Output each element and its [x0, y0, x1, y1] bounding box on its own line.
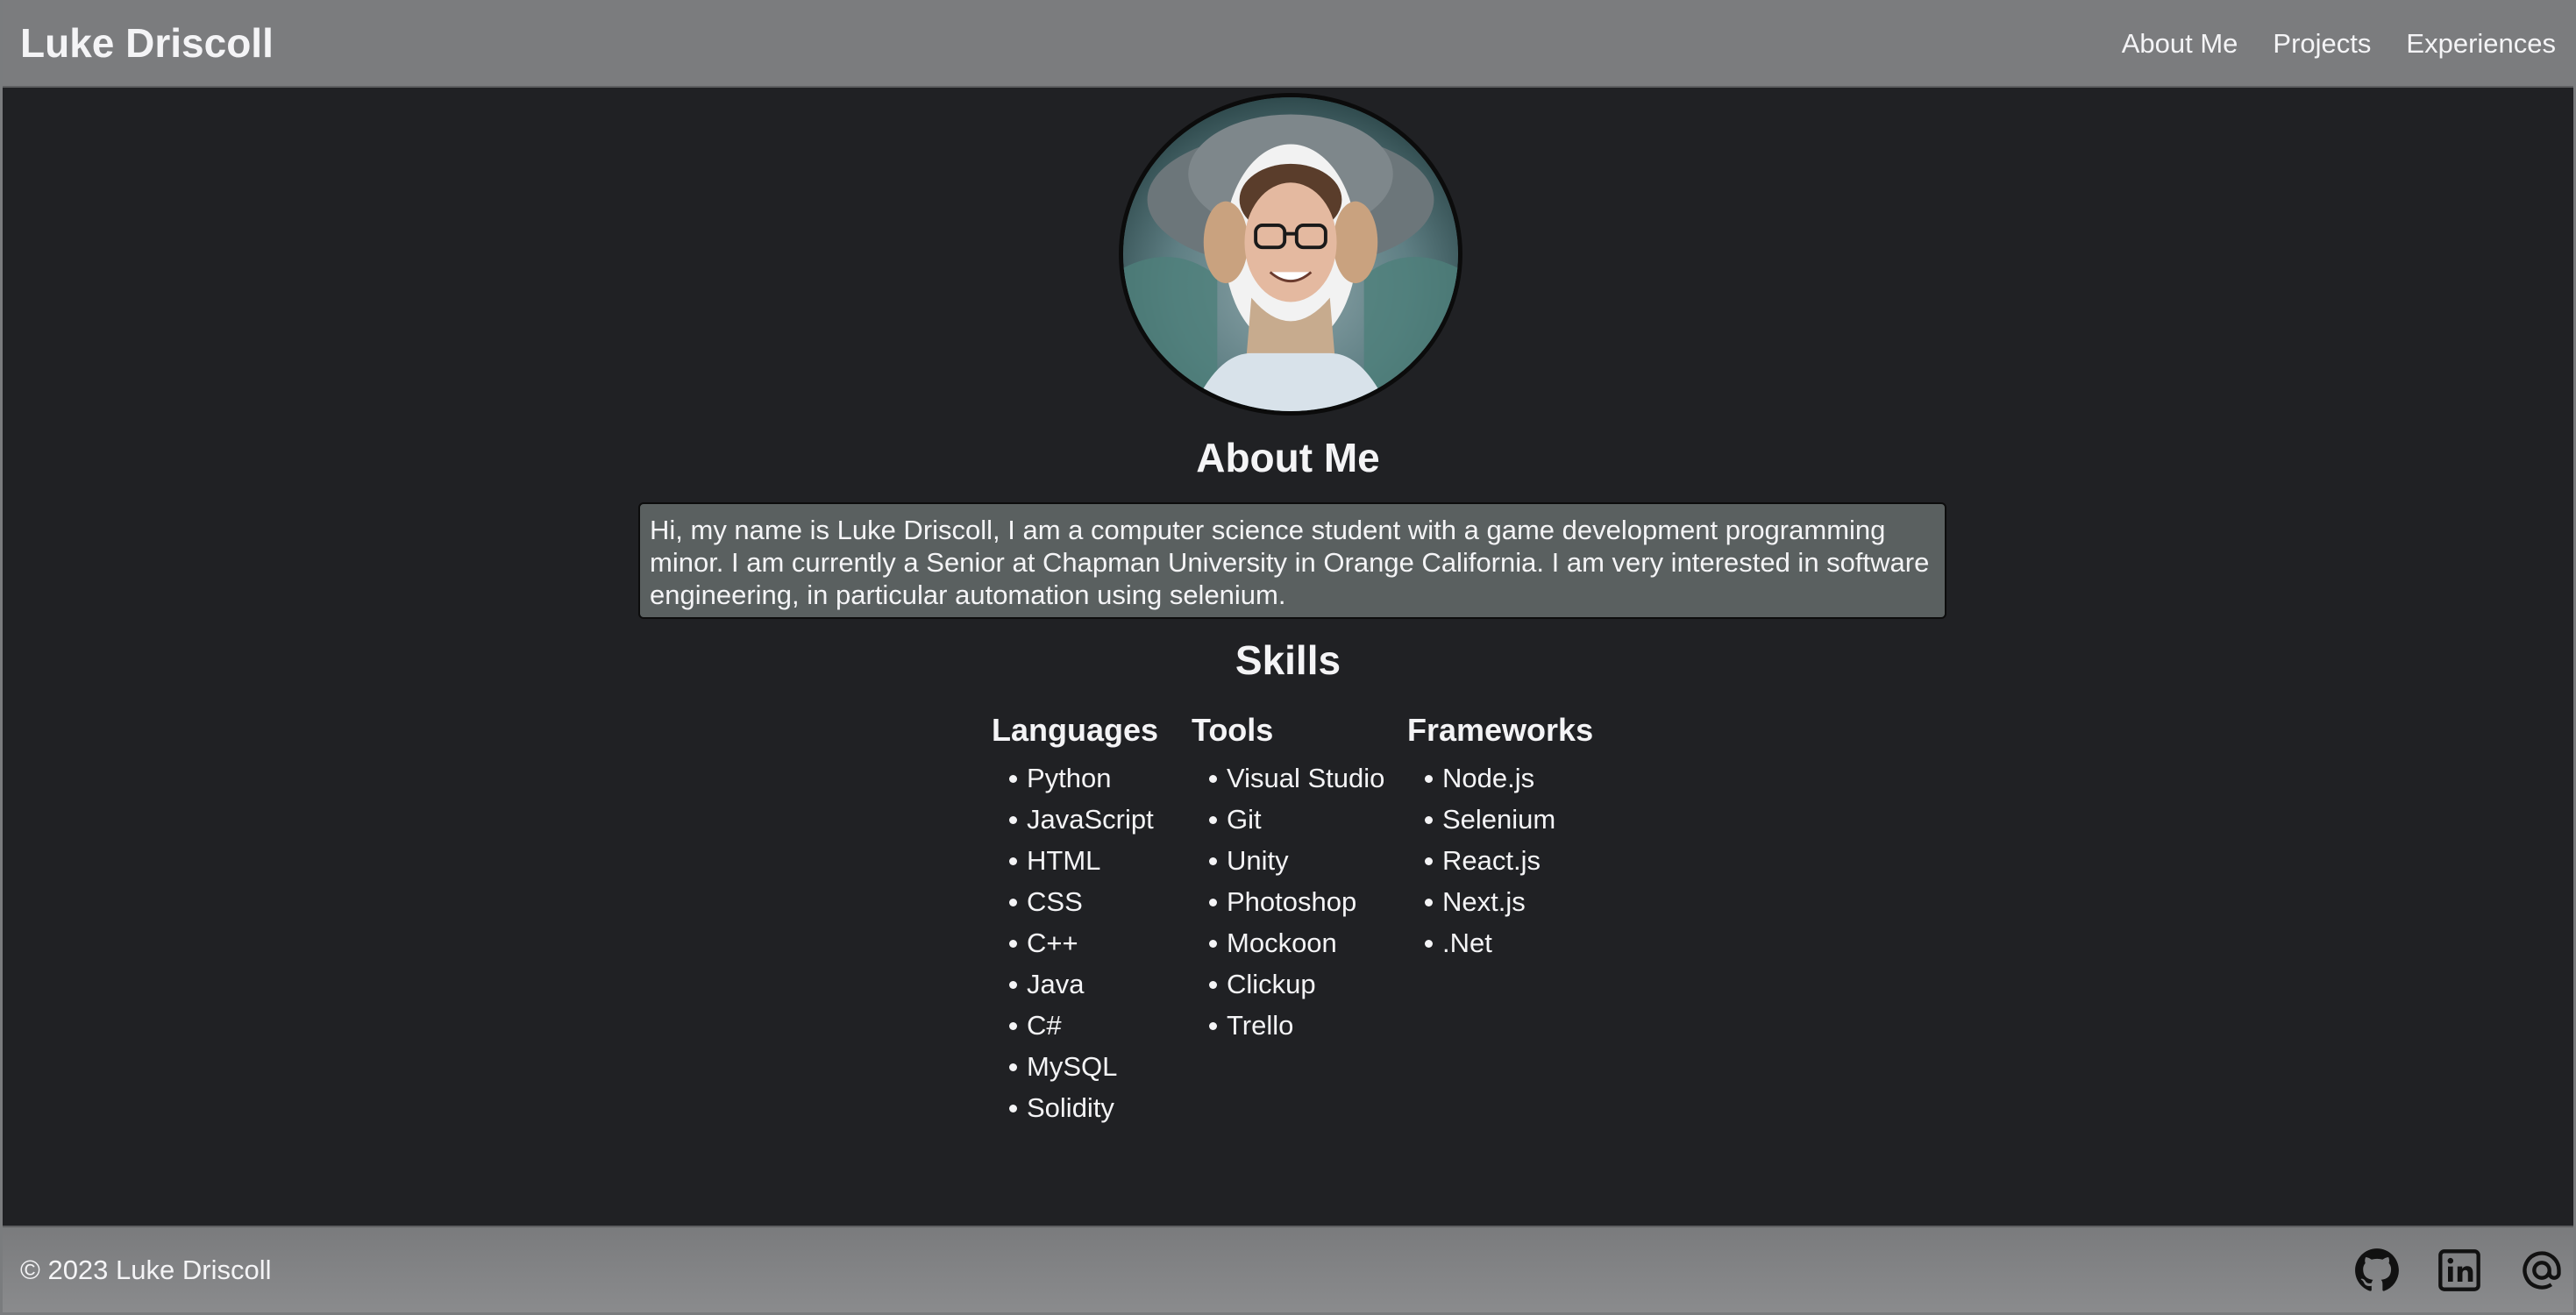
about-text-box: Hi, my name is Luke Driscoll, I am a com… [638, 502, 1946, 619]
list-item: Clickup [1209, 963, 1407, 1005]
nav-about-me[interactable]: About Me [2122, 28, 2238, 60]
list-item: C# [1009, 1005, 1192, 1046]
skills-frameworks-column: Frameworks Node.js Selenium React.js Nex… [1407, 708, 1626, 1128]
main-nav: About Me Projects Experiences [2122, 0, 2556, 88]
list-item: Photoshop [1209, 881, 1407, 922]
profile-photo-icon [1123, 97, 1458, 411]
list-item: React.js [1425, 840, 1626, 881]
skills-languages-column: Languages Python JavaScript HTML CSS C++… [992, 708, 1192, 1128]
skills-languages-list: Python JavaScript HTML CSS C++ Java C# M… [992, 757, 1192, 1128]
list-item: CSS [1009, 881, 1192, 922]
skills-tools-column: Tools Visual Studio Git Unity Photoshop … [1192, 708, 1407, 1128]
list-item: .Net [1425, 922, 1626, 963]
list-item: Mockoon [1209, 922, 1407, 963]
nav-projects[interactable]: Projects [2273, 28, 2371, 60]
list-item: Trello [1209, 1005, 1407, 1046]
list-item: C++ [1009, 922, 1192, 963]
list-item: Unity [1209, 840, 1407, 881]
site-header: Luke Driscoll About Me Projects Experien… [3, 0, 2573, 88]
github-icon [2355, 1247, 2399, 1291]
list-item: Java [1009, 963, 1192, 1005]
linkedin-icon [2438, 1248, 2480, 1291]
page: Luke Driscoll About Me Projects Experien… [0, 0, 2576, 1315]
github-link[interactable] [2354, 1247, 2400, 1293]
list-item: Node.js [1425, 757, 1626, 799]
skills-languages-heading: Languages [992, 712, 1159, 748]
list-item: JavaScript [1009, 799, 1192, 840]
skills-columns: Languages Python JavaScript HTML CSS C++… [992, 708, 1626, 1128]
list-item: MySQL [1009, 1046, 1192, 1087]
site-footer: © 2023 Luke Driscoll [3, 1226, 2573, 1312]
skills-frameworks-list: Node.js Selenium React.js Next.js .Net [1407, 757, 1626, 963]
site-brand[interactable]: Luke Driscoll [20, 0, 274, 88]
skills-frameworks-heading: Frameworks [1407, 712, 1594, 748]
list-item: Next.js [1425, 881, 1626, 922]
list-item: Python [1009, 757, 1192, 799]
list-item: HTML [1009, 840, 1192, 881]
list-item: Solidity [1009, 1087, 1192, 1128]
list-item: Selenium [1425, 799, 1626, 840]
about-heading: About Me [1196, 435, 1380, 480]
about-text: Hi, my name is Luke Driscoll, I am a com… [650, 515, 1930, 610]
nav-experiences[interactable]: Experiences [2406, 28, 2556, 60]
skills-tools-list: Visual Studio Git Unity Photoshop Mockoo… [1192, 757, 1407, 1046]
skills-heading: Skills [1235, 637, 1341, 683]
email-link[interactable] [2519, 1247, 2565, 1293]
main-content: About Me Hi, my name is Luke Driscoll, I… [3, 88, 2573, 1226]
social-links [2354, 1227, 2565, 1312]
email-icon [2523, 1250, 2561, 1290]
list-item: Visual Studio [1209, 757, 1407, 799]
skills-tools-heading: Tools [1192, 712, 1274, 748]
list-item: Git [1209, 799, 1407, 840]
linkedin-link[interactable] [2437, 1247, 2482, 1293]
avatar [1119, 93, 1462, 416]
copyright-text: © 2023 Luke Driscoll [20, 1255, 272, 1285]
